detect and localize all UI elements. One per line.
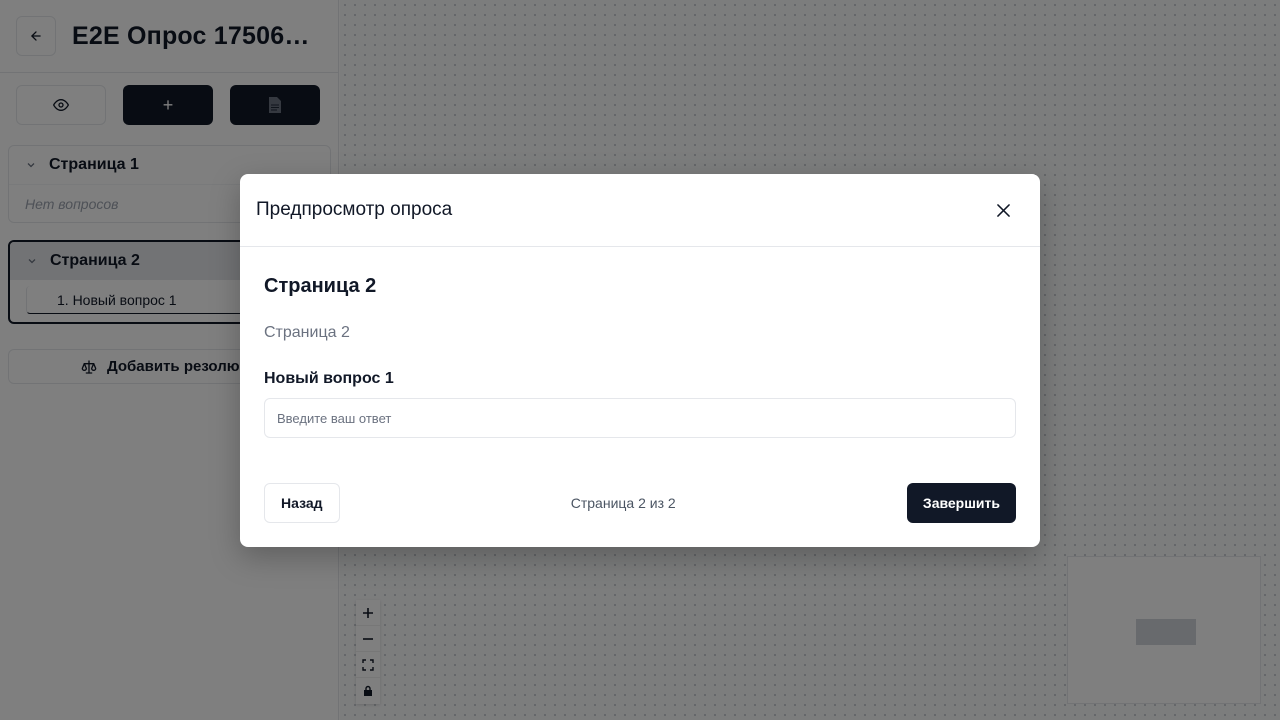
preview-modal: Предпросмотр опроса Страница 2 Страница … bbox=[240, 174, 1040, 547]
preview-page-title: Страница 2 bbox=[264, 275, 377, 297]
modal-footer: Назад Страница 2 из 2 Завершить bbox=[264, 483, 1016, 523]
answer-input[interactable] bbox=[264, 398, 1016, 438]
close-button[interactable] bbox=[992, 199, 1014, 221]
modal-header: Предпросмотр опроса bbox=[240, 174, 1040, 247]
back-page-button[interactable]: Назад bbox=[264, 483, 340, 523]
preview-page-description: Страница 2 bbox=[264, 324, 350, 341]
modal-body: Страница 2 Страница 2 Новый вопрос 1 bbox=[240, 275, 1040, 438]
modal-title: Предпросмотр опроса bbox=[256, 199, 453, 220]
page-indicator: Страница 2 из 2 bbox=[570, 495, 676, 511]
close-icon bbox=[996, 203, 1010, 217]
question-label: Новый вопрос 1 bbox=[264, 370, 394, 387]
finish-button[interactable]: Завершить bbox=[906, 483, 1016, 523]
